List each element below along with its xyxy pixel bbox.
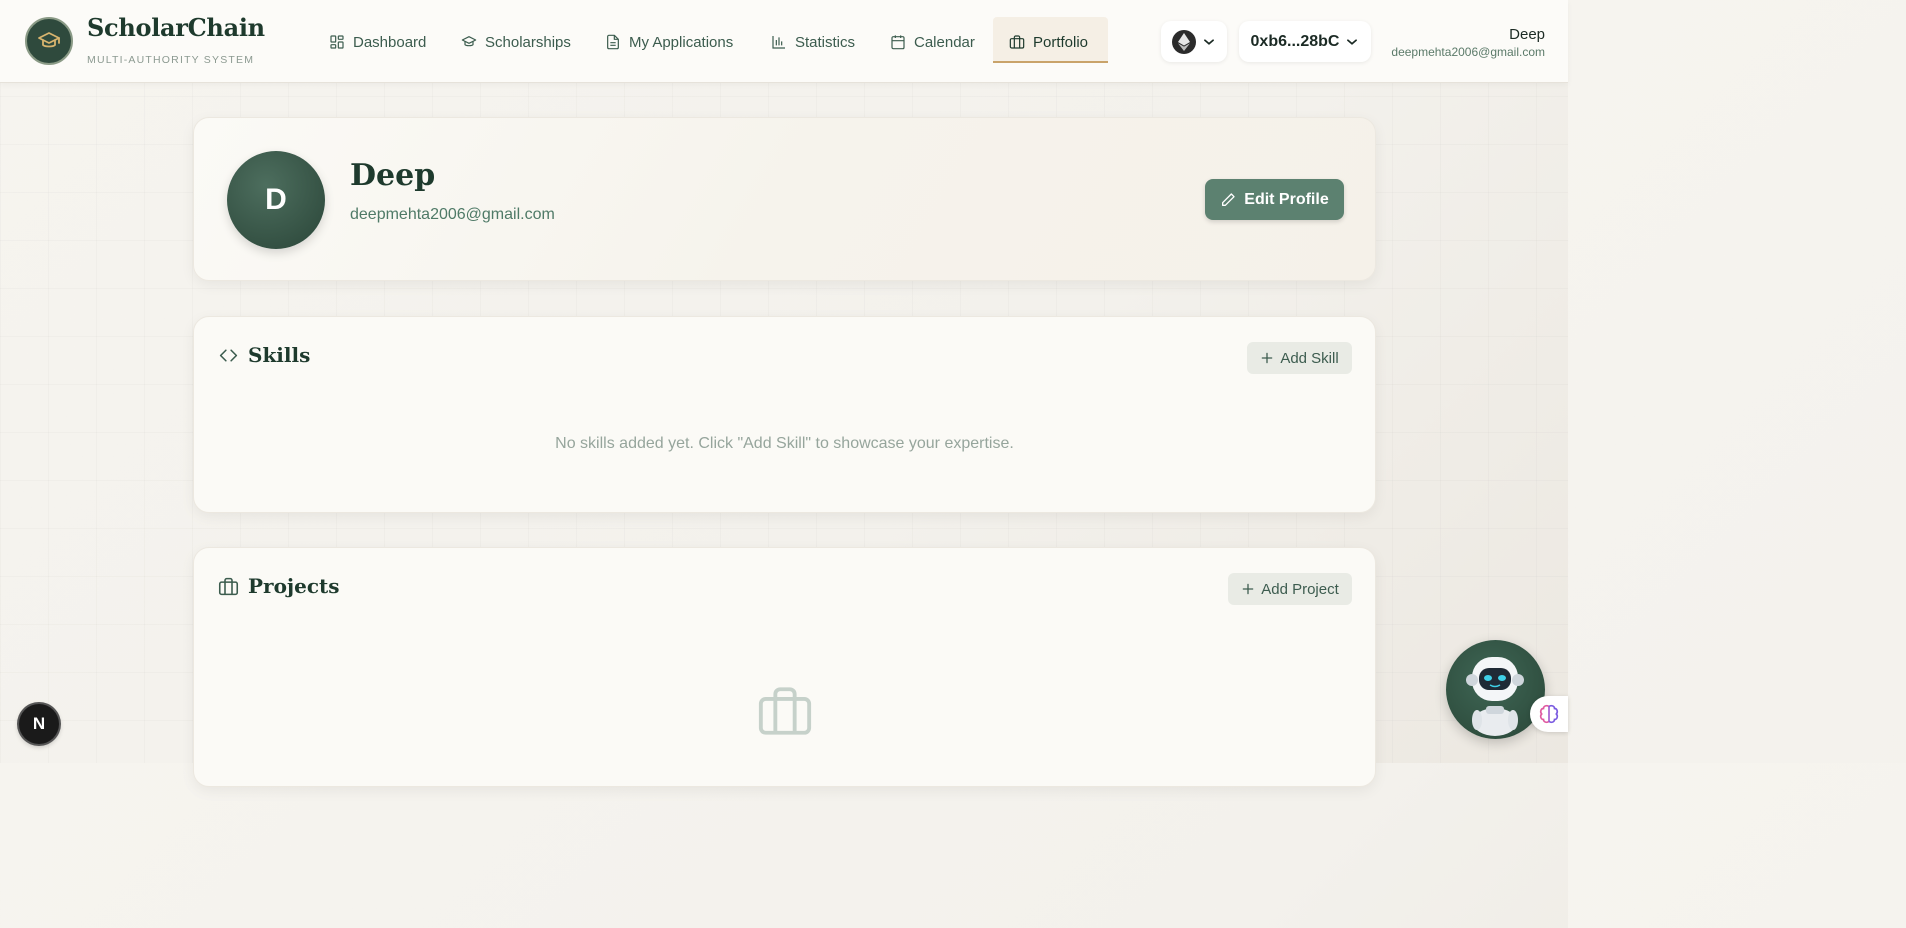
edit-profile-label: Edit Profile (1244, 190, 1329, 208)
add-project-button[interactable]: Add Project (1228, 573, 1352, 605)
add-project-label: Add Project (1261, 580, 1339, 598)
skills-empty-state: No skills added yet. Click "Add Skill" t… (555, 435, 1014, 452)
nav-my-applications-label: My Applications (629, 33, 734, 51)
nav-statistics-label: Statistics (795, 33, 856, 51)
nav-dashboard[interactable]: Dashboard (329, 28, 426, 56)
ai-brain-button[interactable] (1530, 696, 1568, 732)
logo[interactable] (25, 17, 73, 65)
brand-name: ScholarChain (87, 13, 265, 42)
skills-title: Skills (248, 343, 311, 367)
avatar: D (227, 151, 325, 249)
calendar-icon (891, 35, 905, 50)
robot-icon (1466, 657, 1524, 736)
nav-portfolio-label: Portfolio (1033, 33, 1089, 51)
briefcase-icon (1009, 35, 1025, 49)
plus-icon (1242, 583, 1254, 595)
grid-icon (330, 35, 344, 49)
header-user-name[interactable]: Deep (1509, 26, 1545, 43)
top-navbar: ScholarChain MULTI-AUTHORITY SYSTEM Dash… (0, 0, 1568, 83)
graduation-cap-icon (38, 32, 60, 48)
header-user-email: deepmehta2006@gmail.com (1391, 45, 1545, 59)
skills-card: Skills Add Skill No skills added yet. Cl… (193, 316, 1376, 513)
projects-card: Projects Add Project (193, 547, 1376, 787)
code-icon (219, 348, 238, 362)
add-skill-button[interactable]: Add Skill (1247, 342, 1352, 374)
profile-name: Deep (350, 158, 436, 193)
nav-calendar-label: Calendar (914, 33, 975, 51)
document-icon (607, 34, 619, 50)
ethereum-icon (1172, 29, 1196, 54)
wallet-address: 0xb6...28bC (1250, 32, 1340, 50)
pencil-icon (1222, 192, 1235, 206)
nav-scholarships-label: Scholarships (485, 33, 571, 51)
briefcase-icon (758, 687, 812, 735)
chevron-down-icon (1204, 38, 1214, 45)
chevron-down-icon (1347, 38, 1358, 45)
brand-subtitle: MULTI-AUTHORITY SYSTEM (87, 54, 255, 66)
briefcase-icon (218, 577, 239, 595)
wallet-address-button[interactable]: 0xb6...28bC (1239, 21, 1371, 62)
network-selector[interactable] (1161, 21, 1227, 62)
projects-title: Projects (248, 574, 340, 598)
nav-statistics[interactable]: Statistics (771, 28, 855, 56)
skills-header: Skills (218, 343, 310, 367)
nav-my-applications[interactable]: My Applications (605, 28, 733, 56)
add-skill-label: Add Skill (1280, 349, 1339, 367)
brain-icon (1539, 704, 1559, 724)
nav-calendar[interactable]: Calendar (890, 28, 975, 56)
plus-icon (1262, 352, 1273, 364)
nav-portfolio[interactable]: Portfolio (1009, 28, 1088, 56)
profile-email: deepmehta2006@gmail.com (350, 206, 555, 223)
next-dev-badge[interactable]: N (19, 704, 59, 744)
nav-scholarships[interactable]: Scholarships (461, 28, 571, 56)
nav-dashboard-label: Dashboard (353, 33, 427, 51)
projects-header: Projects (218, 574, 340, 598)
bar-chart-icon (772, 36, 785, 49)
edit-profile-button[interactable]: Edit Profile (1205, 179, 1344, 220)
chatbot-button[interactable] (1446, 640, 1545, 739)
graduation-cap-icon (461, 36, 477, 47)
profile-card: D Deep deepmehta2006@gmail.com Edit Prof… (193, 117, 1376, 281)
